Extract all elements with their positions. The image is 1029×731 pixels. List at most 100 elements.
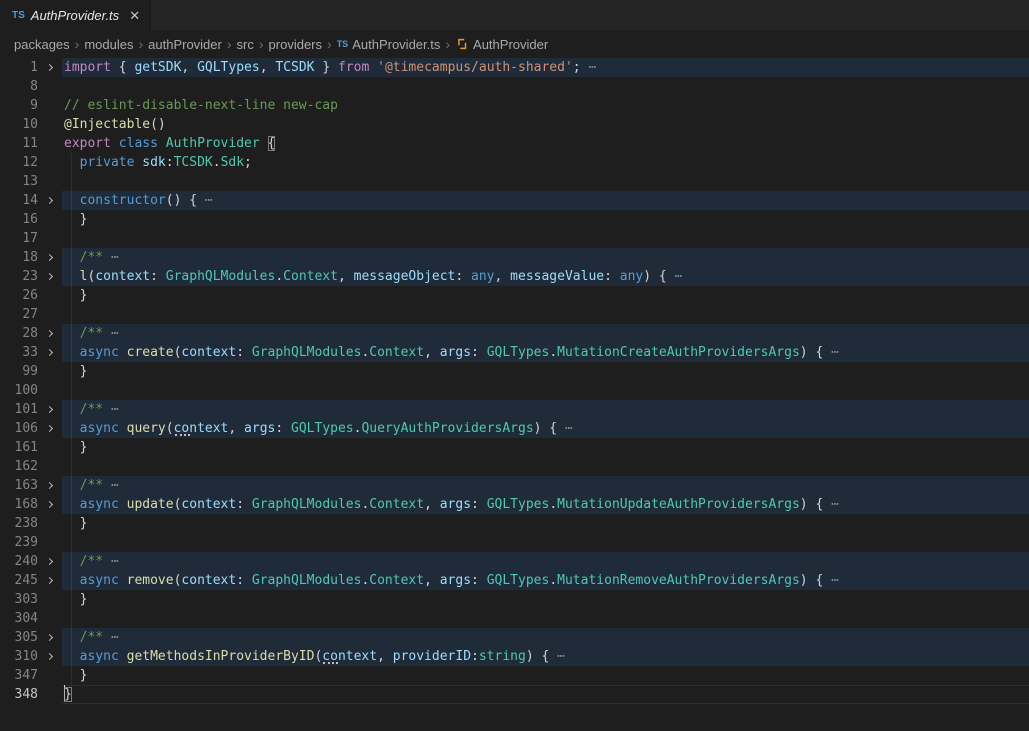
code-content[interactable]: } xyxy=(62,666,1029,685)
fold-chevron-icon[interactable] xyxy=(45,406,52,413)
code-line-13[interactable]: 13 xyxy=(0,172,1029,191)
code-content[interactable]: async create(context: GraphQLModules.Con… xyxy=(62,343,1029,362)
code-line-8[interactable]: 8 xyxy=(0,77,1029,96)
line-number: 23 xyxy=(0,267,38,286)
code-line-305[interactable]: 305 /** ⋯ xyxy=(0,628,1029,647)
code-line-18[interactable]: 18 /** ⋯ xyxy=(0,248,1029,267)
fold-chevron-icon[interactable] xyxy=(45,197,52,204)
fold-chevron-icon[interactable] xyxy=(45,501,52,508)
gutter: 28 xyxy=(0,324,62,343)
code-line-163[interactable]: 163 /** ⋯ xyxy=(0,476,1029,495)
code-line-238[interactable]: 238 } xyxy=(0,514,1029,533)
code-content[interactable]: } xyxy=(62,210,1029,229)
fold-chevron-icon[interactable] xyxy=(45,634,52,641)
code-line-23[interactable]: 23 l(context: GraphQLModules.Context, me… xyxy=(0,267,1029,286)
code-content[interactable]: /** ⋯ xyxy=(62,476,1029,495)
code-content[interactable] xyxy=(62,77,1029,96)
code-content[interactable]: /** ⋯ xyxy=(62,248,1029,267)
code-content[interactable] xyxy=(62,457,1029,476)
fold-chevron-icon[interactable] xyxy=(45,558,52,565)
code-content[interactable]: async getMethodsInProviderByID(context, … xyxy=(62,647,1029,666)
code-content[interactable] xyxy=(62,229,1029,248)
fold-chevron-icon[interactable] xyxy=(45,577,52,584)
close-icon[interactable]: ✕ xyxy=(129,9,140,22)
code-line-168[interactable]: 168 async update(context: GraphQLModules… xyxy=(0,495,1029,514)
code-line-12[interactable]: 12 private sdk:TCSDK.Sdk; xyxy=(0,153,1029,172)
code-line-245[interactable]: 245 async remove(context: GraphQLModules… xyxy=(0,571,1029,590)
fold-chevron-icon[interactable] xyxy=(45,349,52,356)
code-content[interactable]: l(context: GraphQLModules.Context, messa… xyxy=(62,267,1029,286)
code-line-10[interactable]: 10@Injectable() xyxy=(0,115,1029,134)
code-line-26[interactable]: 26 } xyxy=(0,286,1029,305)
code-line-303[interactable]: 303 } xyxy=(0,590,1029,609)
code-line-161[interactable]: 161 } xyxy=(0,438,1029,457)
fold-chevron-icon[interactable] xyxy=(45,64,52,71)
breadcrumb-item-packages[interactable]: packages xyxy=(14,37,70,52)
gutter: 161 xyxy=(0,438,62,457)
code-editor[interactable]: 1import { getSDK, GQLTypes, TCSDK } from… xyxy=(0,58,1029,731)
code-line-99[interactable]: 99 } xyxy=(0,362,1029,381)
code-line-162[interactable]: 162 xyxy=(0,457,1029,476)
code-line-101[interactable]: 101 /** ⋯ xyxy=(0,400,1029,419)
code-line-16[interactable]: 16 } xyxy=(0,210,1029,229)
code-line-17[interactable]: 17 xyxy=(0,229,1029,248)
gutter: 27 xyxy=(0,305,62,324)
code-content[interactable]: /** ⋯ xyxy=(62,552,1029,571)
code-content[interactable]: @Injectable() xyxy=(62,115,1029,134)
code-line-33[interactable]: 33 async create(context: GraphQLModules.… xyxy=(0,343,1029,362)
code-content[interactable]: async update(context: GraphQLModules.Con… xyxy=(62,495,1029,514)
breadcrumb-item-modules[interactable]: modules xyxy=(84,37,133,52)
code-content[interactable]: constructor() { ⋯ xyxy=(62,191,1029,210)
fold-chevron-icon[interactable] xyxy=(45,482,52,489)
code-content[interactable]: } xyxy=(62,438,1029,457)
breadcrumb-item-authProvider[interactable]: authProvider xyxy=(148,37,222,52)
breadcrumb-item-symbol[interactable]: AuthProvider xyxy=(473,37,548,52)
code-content[interactable] xyxy=(62,381,1029,400)
code-content[interactable]: import { getSDK, GQLTypes, TCSDK } from … xyxy=(62,58,1029,77)
fold-chevron-icon[interactable] xyxy=(45,273,52,280)
breadcrumb-item-providers[interactable]: providers xyxy=(269,37,322,52)
code-line-11[interactable]: 11export class AuthProvider { xyxy=(0,134,1029,153)
code-line-1[interactable]: 1import { getSDK, GQLTypes, TCSDK } from… xyxy=(0,58,1029,77)
indent-guide xyxy=(71,514,72,533)
indent-guide xyxy=(71,457,72,476)
tab-authprovider[interactable]: TS AuthProvider.ts ✕ xyxy=(0,0,151,30)
code-content[interactable]: /** ⋯ xyxy=(62,400,1029,419)
fold-chevron-icon[interactable] xyxy=(45,425,52,432)
code-line-240[interactable]: 240 /** ⋯ xyxy=(0,552,1029,571)
code-content[interactable]: private sdk:TCSDK.Sdk; xyxy=(62,153,1029,172)
code-content[interactable]: } xyxy=(62,362,1029,381)
code-line-106[interactable]: 106 async query(context, args: GQLTypes.… xyxy=(0,419,1029,438)
code-content[interactable]: } xyxy=(62,286,1029,305)
code-content[interactable]: } xyxy=(62,685,1029,704)
gutter: 18 xyxy=(0,248,62,267)
code-line-100[interactable]: 100 xyxy=(0,381,1029,400)
code-content[interactable] xyxy=(62,533,1029,552)
code-content[interactable]: async query(context, args: GQLTypes.Quer… xyxy=(62,419,1029,438)
code-content[interactable]: /** ⋯ xyxy=(62,324,1029,343)
code-line-310[interactable]: 310 async getMethodsInProviderByID(conte… xyxy=(0,647,1029,666)
fold-chevron-icon[interactable] xyxy=(45,254,52,261)
breadcrumb-item-src[interactable]: src xyxy=(237,37,254,52)
code-content[interactable]: /** ⋯ xyxy=(62,628,1029,647)
breadcrumb-item-file[interactable]: AuthProvider.ts xyxy=(352,37,440,52)
code-line-14[interactable]: 14 constructor() { ⋯ xyxy=(0,191,1029,210)
code-content[interactable] xyxy=(62,305,1029,324)
code-content[interactable]: // eslint-disable-next-line new-cap xyxy=(62,96,1029,115)
code-content[interactable] xyxy=(62,172,1029,191)
indent-guide xyxy=(71,476,72,495)
code-content[interactable]: } xyxy=(62,514,1029,533)
code-content[interactable]: async remove(context: GraphQLModules.Con… xyxy=(62,571,1029,590)
code-content[interactable]: export class AuthProvider { xyxy=(62,134,1029,153)
fold-chevron-icon[interactable] xyxy=(45,330,52,337)
code-line-348[interactable]: 348} xyxy=(0,685,1029,704)
code-line-347[interactable]: 347 } xyxy=(0,666,1029,685)
fold-chevron-icon[interactable] xyxy=(45,653,52,660)
code-content[interactable] xyxy=(62,609,1029,628)
code-line-28[interactable]: 28 /** ⋯ xyxy=(0,324,1029,343)
code-content[interactable]: } xyxy=(62,590,1029,609)
code-line-27[interactable]: 27 xyxy=(0,305,1029,324)
code-line-9[interactable]: 9// eslint-disable-next-line new-cap xyxy=(0,96,1029,115)
code-line-304[interactable]: 304 xyxy=(0,609,1029,628)
code-line-239[interactable]: 239 xyxy=(0,533,1029,552)
